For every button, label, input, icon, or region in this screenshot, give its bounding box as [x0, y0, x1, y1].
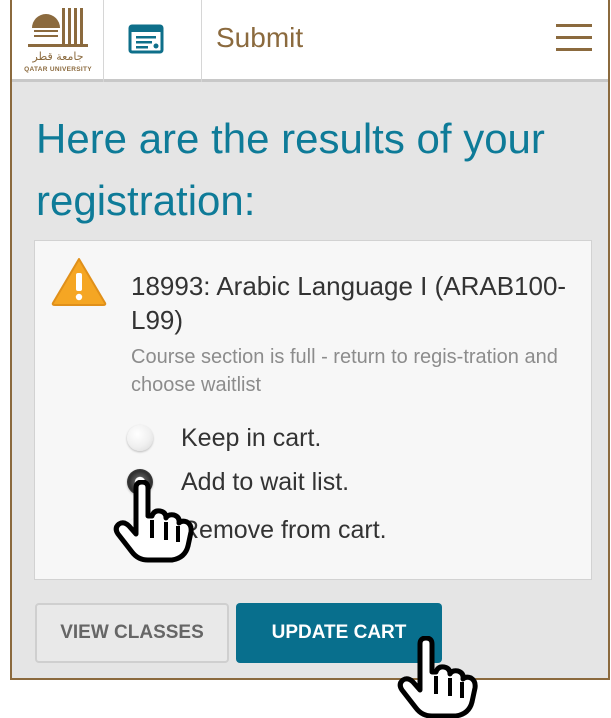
- menu-bar: [556, 48, 592, 51]
- form-button[interactable]: [104, 0, 202, 82]
- logo-emblem-icon: [28, 8, 88, 47]
- option-label: Remove from cart.: [181, 516, 387, 544]
- results-heading: Here are the results of your registratio…: [36, 115, 545, 224]
- logo-english-text: QATAR UNIVERSITY: [24, 66, 92, 73]
- course-status-message: Course section is full - return to regis…: [131, 346, 558, 396]
- hand-pointer-cursor-icon: [397, 636, 478, 718]
- top-bar: جامعة قطر QATAR UNIVERSITY Submit: [12, 0, 608, 82]
- logo-arabic-text: جامعة قطر: [32, 50, 84, 63]
- warning-triangle-icon: [51, 258, 107, 306]
- hand-pointer-cursor-icon: [113, 480, 194, 563]
- option-label: Keep in cart.: [181, 424, 322, 452]
- app-frame: جامعة قطر QATAR UNIVERSITY Submit Here a…: [10, 0, 610, 680]
- menu-bar: [556, 36, 592, 39]
- page-title: Submit: [216, 22, 304, 53]
- option-label: Add to wait list.: [181, 468, 350, 496]
- university-logo[interactable]: جامعة قطر QATAR UNIVERSITY: [12, 0, 104, 82]
- form-id-card-icon: [128, 24, 164, 54]
- course-title: 18993: Arabic Language I (ARAB100-L99): [131, 271, 567, 335]
- menu-bar: [556, 24, 592, 27]
- view-classes-button[interactable]: VIEW CLASSES: [35, 603, 229, 663]
- hamburger-menu-icon[interactable]: [556, 24, 594, 54]
- radio-keep-in-cart[interactable]: [127, 425, 153, 451]
